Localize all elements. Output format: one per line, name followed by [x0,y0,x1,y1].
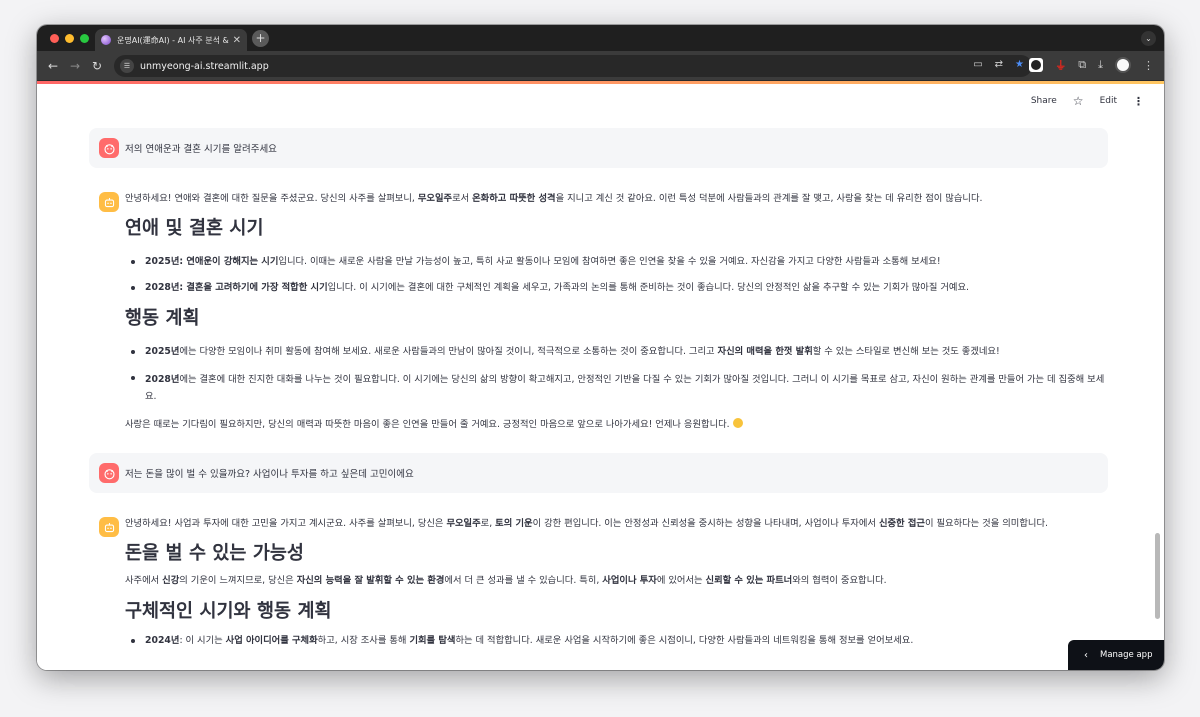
window-controls [50,34,89,43]
chat-container: 저의 연애운과 결혼 시기를 알려주세요 안녕하세요! 연애와 결혼에 대한 질… [89,128,1108,648]
minimize-window-button[interactable] [65,34,74,43]
chevron-left-icon: ‹ [1084,649,1088,661]
star-icon[interactable]: ☆ [1073,94,1084,108]
crystal-ball-icon [101,35,111,45]
section-heading: 행동 계획 [125,308,200,329]
streamlit-header: Share ☆ Edit ⋮ [1031,94,1144,108]
user-message: 저의 연애운과 결혼 시기를 알려주세요 [89,128,1108,168]
answer-intro: 안녕하세요! 사업과 투자에 대한 고민을 가지고 계시군요. 사주를 살펴보니… [125,518,1048,529]
section-heading: 구체적인 시기와 행동 계획 [125,601,332,622]
user-message: 저는 돈을 많이 벌 수 있을까요? 사업이나 투자를 하고 싶은데 고민이에요 [89,453,1108,493]
address-bar-actions: ▭ ⇄ ★ [973,59,1024,70]
profile-avatar[interactable] [1115,57,1131,73]
browser-window: 운명AI(運命AI) - AI 사주 분석 & ... ✕ + ⌄ ← → ↻ … [37,25,1164,670]
cast-icon[interactable]: ▭ [973,59,982,70]
address-bar[interactable]: ☰ unmyeong-ai.streamlit.app ▭ ⇄ ★ [114,55,1032,77]
assistant-message: 안녕하세요! 사업과 투자에 대한 고민을 가지고 계시군요. 사주를 살펴보니… [89,517,1108,648]
browser-toolbar: ← → ↻ ☰ unmyeong-ai.streamlit.app ▭ ⇄ ★ … [37,51,1164,81]
streamlit-header-decoration [37,81,1164,84]
user-avatar-icon [99,138,119,158]
toolbar-extensions: ⏚ ⧉ ⤓ ⋮ [1029,57,1154,73]
list-item: 2024년: 이 시기는 사업 아이디어를 구체화하고, 시장 조사를 통해 기… [125,634,1108,648]
list-item: 2028년: 결혼을 고려하기에 가장 적합한 시기입니다. 이 시기에는 결혼… [125,281,1108,295]
kebab-menu-icon[interactable]: ⋮ [1143,59,1154,72]
maximize-window-button[interactable] [80,34,89,43]
reload-icon[interactable]: ↻ [86,59,108,73]
manage-app-label: Manage app [1100,650,1153,660]
bullet-list: 2024년: 이 시기는 사업 아이디어를 구체화하고, 시장 조사를 통해 기… [125,634,1108,648]
list-item: 2028년에는 결혼에 대한 진지한 대화를 나누는 것이 필요합니다. 이 시… [125,371,1108,405]
manage-app-button[interactable]: ‹ Manage app [1068,640,1164,670]
bookmark-star-icon[interactable]: ★ [1015,59,1024,70]
answer-outro: 사랑은 때로는 기다림이 필요하지만, 당신의 매력과 따뜻한 마음이 좋은 인… [125,418,1108,432]
page-scrollbar[interactable] [1155,533,1160,619]
kebab-menu-icon[interactable]: ⋮ [1133,95,1144,108]
tab-strip: 운명AI(運命AI) - AI 사주 분석 & ... ✕ + ⌄ [37,25,1164,51]
user-message-text: 저의 연애운과 결혼 시기를 알려주세요 [125,144,277,155]
answer-intro: 안녕하세요! 연애와 결혼에 대한 질문을 주셨군요. 당신의 사주를 살펴보니… [125,193,983,204]
new-tab-button[interactable]: + [252,30,269,47]
section-heading: 돈을 벌 수 있는 가능성 [125,543,304,564]
chevron-down-icon[interactable]: ⌄ [1141,31,1156,46]
desktop-background: 운명AI(運命AI) - AI 사주 분석 & ... ✕ + ⌄ ← → ↻ … [0,0,1200,717]
browser-tab[interactable]: 운명AI(運命AI) - AI 사주 분석 & ... ✕ [95,29,247,51]
smile-emoji-icon [732,418,743,428]
download-icon[interactable]: ⤓ [1098,58,1103,72]
share-button[interactable]: Share [1031,96,1057,106]
bot-avatar-icon [99,192,119,212]
tab-close-icon[interactable]: ✕ [233,35,241,46]
user-avatar-icon [99,463,119,483]
web-page: Share ☆ Edit ⋮ 저의 연애운과 결혼 시기를 알려주세요 안녕하세… [37,81,1164,670]
close-window-button[interactable] [50,34,59,43]
translate-icon[interactable]: ⇄ [995,59,1003,70]
section-paragraph: 사주에서 신강의 기운이 느껴지므로, 당신은 자신의 능력을 잘 발휘할 수 … [125,575,887,586]
tab-title: 운명AI(運命AI) - AI 사주 분석 & ... [117,35,229,45]
back-arrow-icon[interactable]: ← [42,59,64,73]
bot-avatar-icon [99,517,119,537]
site-info-icon[interactable]: ☰ [120,59,134,73]
user-message-text: 저는 돈을 많이 벌 수 있을까요? 사업이나 투자를 하고 싶은데 고민이에요 [125,469,414,480]
pdf-extension-icon[interactable]: ⏚ [1055,57,1066,73]
edit-button[interactable]: Edit [1100,96,1117,106]
puzzle-icon[interactable]: ⧉ [1078,58,1086,72]
extension-icon[interactable] [1029,58,1044,72]
assistant-message: 안녕하세요! 연애와 결혼에 대한 질문을 주셨군요. 당신의 사주를 살펴보니… [89,192,1108,432]
list-item: 2025년에는 다양한 모임이나 취미 활동에 참여해 보세요. 새로운 사람들… [125,345,1108,359]
url-text: unmyeong-ai.streamlit.app [140,60,269,72]
forward-arrow-icon[interactable]: → [64,59,86,73]
section-heading: 연애 및 결혼 시기 [125,218,264,239]
bullet-list: 2025년에는 다양한 모임이나 취미 활동에 참여해 보세요. 새로운 사람들… [125,345,1108,405]
bullet-list: 2025년: 연애운이 강해지는 시기입니다. 이때는 새로운 사람을 만날 가… [125,255,1108,295]
list-item: 2025년: 연애운이 강해지는 시기입니다. 이때는 새로운 사람을 만날 가… [125,255,1108,269]
